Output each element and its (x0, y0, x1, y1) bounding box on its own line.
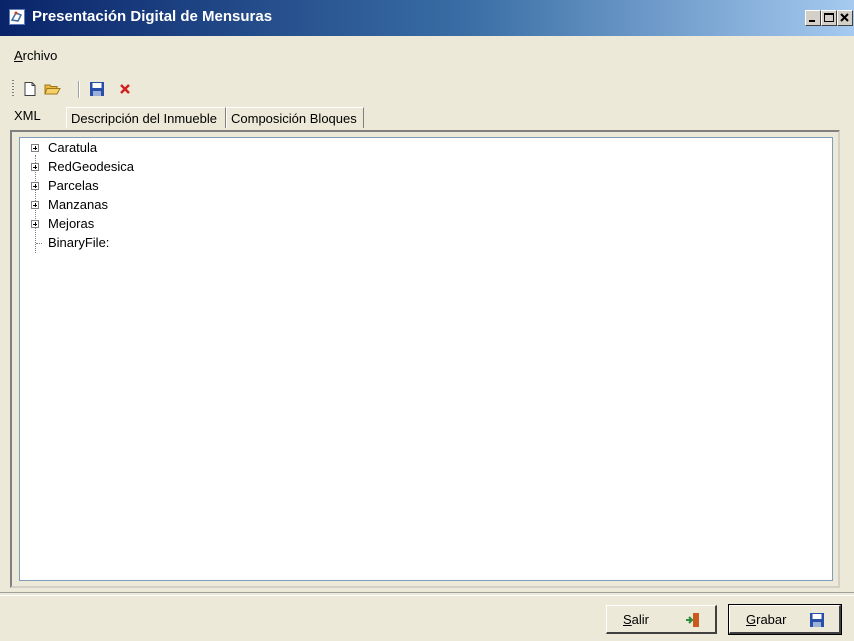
tab-xml[interactable]: XML (10, 105, 66, 129)
tree-node-label: BinaryFile: (48, 235, 110, 250)
save-button-label: Grabar (746, 612, 786, 627)
save-disk-icon[interactable] (89, 81, 105, 97)
toolbar (0, 72, 854, 106)
tree-connector-line (36, 243, 42, 244)
tab-composicion-bloques[interactable]: Composición Bloques (226, 107, 364, 128)
exit-door-icon (685, 612, 701, 628)
save-accel: G (746, 612, 757, 627)
delete-x-icon[interactable] (117, 81, 133, 97)
maximize-icon (824, 13, 834, 22)
expand-plus-icon[interactable] (31, 220, 39, 228)
tab-panel: Caratula RedGeodesica Parcelas Manzanas … (10, 130, 840, 588)
exit-label-rest: alir (631, 612, 650, 627)
exit-accel: S (623, 612, 632, 627)
maximize-button[interactable] (821, 10, 837, 26)
close-icon (840, 13, 849, 22)
tree-node-label: RedGeodesica (48, 159, 134, 174)
toolbar-grip[interactable] (12, 80, 14, 98)
expand-plus-icon[interactable] (31, 201, 39, 209)
tab-descripcion-inmueble[interactable]: Descripción del Inmueble (66, 107, 226, 128)
minimize-icon (809, 20, 815, 22)
new-file-icon[interactable] (22, 81, 38, 97)
menu-bar: Archivo (0, 45, 854, 67)
exit-button-label: Salir (623, 612, 649, 627)
close-button[interactable] (837, 10, 853, 26)
expand-plus-icon[interactable] (31, 144, 39, 152)
minimize-button[interactable] (805, 10, 821, 26)
menu-archivo-accel: A (14, 48, 23, 63)
tree-node-label: Mejoras (48, 216, 95, 231)
title-bar: Presentación Digital de Mensuras (0, 0, 854, 36)
save-label-rest: rabar (756, 612, 787, 627)
expand-plus-icon[interactable] (31, 182, 39, 190)
save-button[interactable]: Grabar (728, 604, 842, 635)
window-title: Presentación Digital de Mensuras (32, 8, 273, 25)
menu-archivo-label: rchivo (22, 48, 58, 63)
toolbar-separator (78, 81, 80, 98)
exit-button[interactable]: Salir (606, 605, 717, 634)
xml-tree-view[interactable]: Caratula RedGeodesica Parcelas Manzanas … (19, 137, 833, 581)
open-folder-icon[interactable] (44, 81, 61, 97)
expand-plus-icon[interactable] (31, 163, 39, 171)
menu-archivo[interactable]: Archivo (14, 48, 57, 63)
tree-node-label: Parcelas (48, 178, 99, 193)
save-disk-icon (809, 612, 825, 628)
map-app-icon (9, 9, 25, 25)
tree-node-label: Caratula (48, 140, 98, 155)
bottom-divider (0, 592, 854, 596)
tree-node-label: Manzanas (48, 197, 108, 212)
